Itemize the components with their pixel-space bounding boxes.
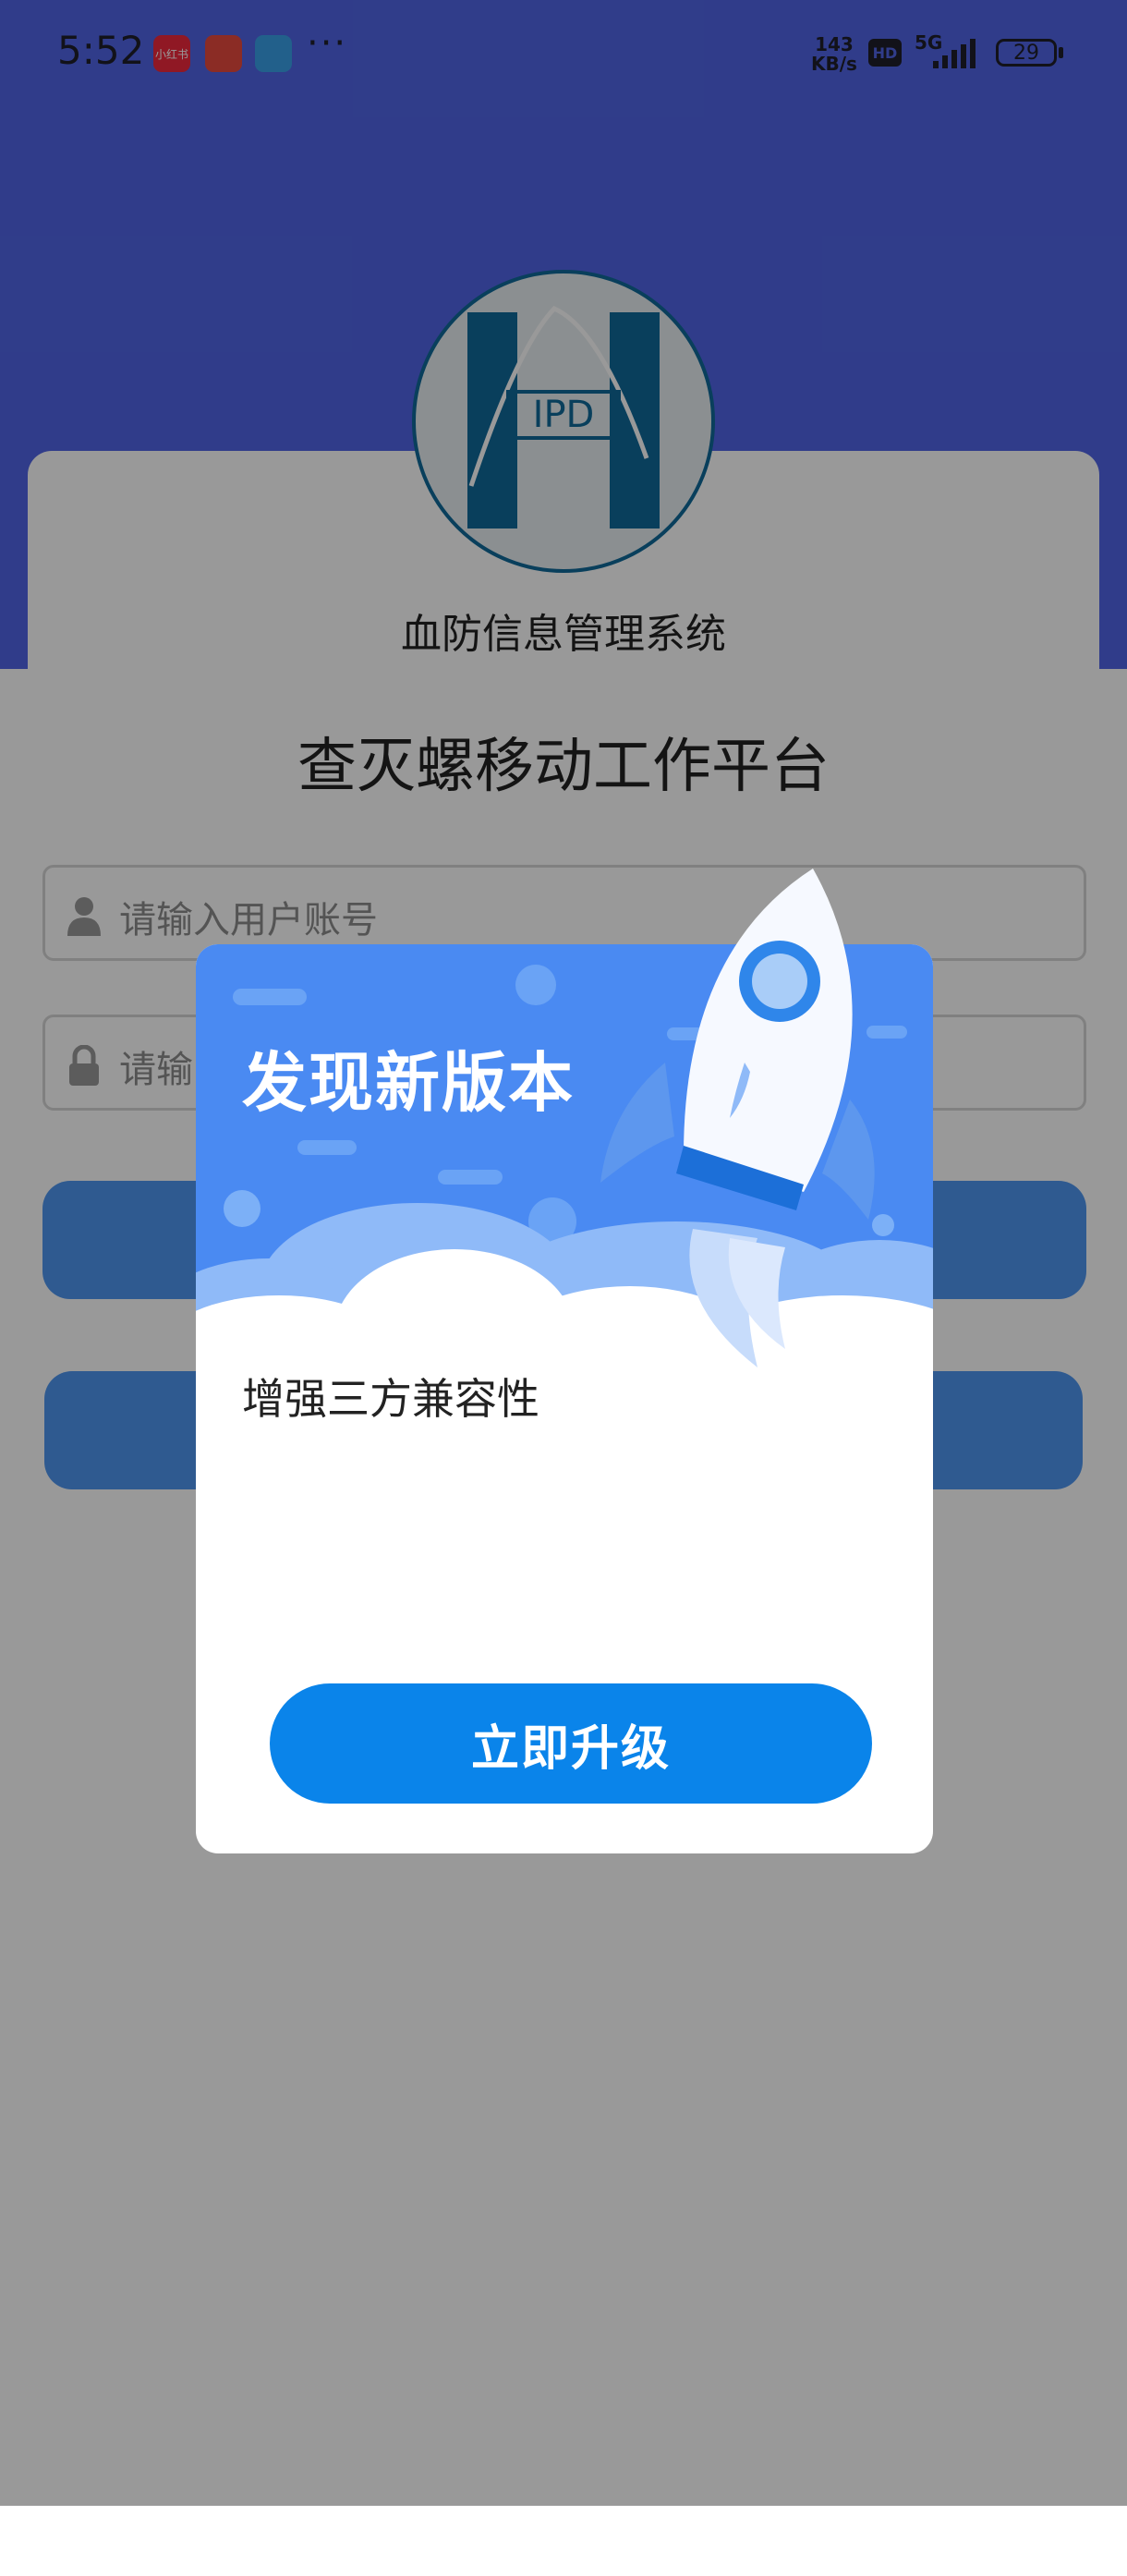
dialog-title: 发现新版本 bbox=[242, 1045, 575, 1121]
upgrade-now-button[interactable]: 立即升级 bbox=[270, 1683, 872, 1804]
update-message: 增强三方兼容性 bbox=[242, 1374, 539, 1424]
rocket-icon bbox=[600, 869, 875, 1367]
